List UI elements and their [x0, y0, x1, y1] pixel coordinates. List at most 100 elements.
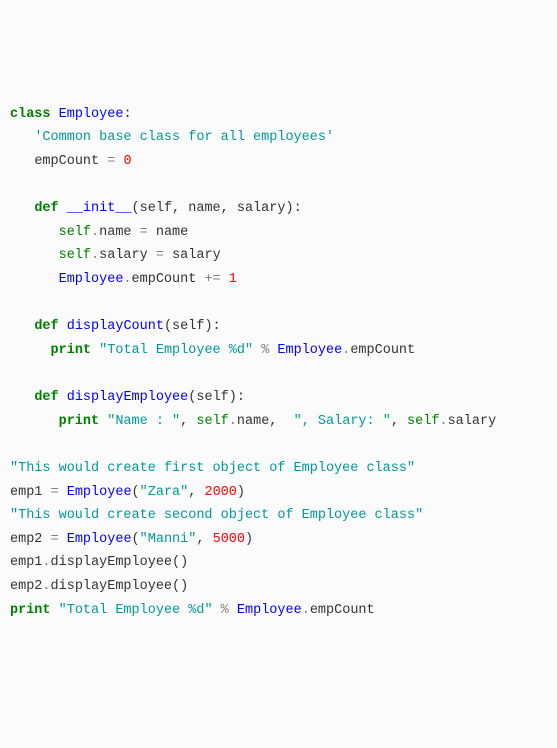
paren: ( [132, 485, 140, 500]
string: "Zara" [140, 485, 189, 500]
dot: . [439, 414, 447, 429]
dot: . [91, 225, 99, 240]
params: (self, name, salary): [132, 201, 302, 216]
line: print "Name : ", self.name, ", Salary: "… [10, 414, 496, 429]
class-ref: Employee [67, 485, 132, 500]
paren: ( [132, 532, 140, 547]
attr: salary [448, 414, 497, 429]
keyword-def: def [34, 319, 58, 334]
attr: empCount [132, 272, 197, 287]
class-ref: Employee [59, 272, 124, 287]
rhs: name [156, 225, 188, 240]
line: 'Common base class for all employees' [10, 130, 334, 145]
keyword-class: class [10, 107, 51, 122]
line: emp1.displayEmployee() [10, 555, 188, 570]
call: () [172, 555, 188, 570]
comma: , [196, 532, 204, 547]
rhs: salary [172, 248, 221, 263]
comma: , [180, 414, 188, 429]
string: "Total Employee %d" [59, 603, 213, 618]
paren: ) [237, 485, 245, 500]
identifier: empCount [34, 154, 99, 169]
function-name: __init__ [67, 201, 132, 216]
blank-line [10, 296, 18, 311]
keyword-print: print [59, 414, 100, 429]
attr: name [99, 225, 131, 240]
class-ref: Employee [67, 532, 132, 547]
number: 0 [123, 154, 131, 169]
line: emp2.displayEmployee() [10, 579, 188, 594]
docstring: 'Common base class for all employees' [34, 130, 334, 145]
blank-line [10, 177, 18, 192]
dot: . [91, 248, 99, 263]
class-name: Employee [59, 107, 124, 122]
call: () [172, 579, 188, 594]
self: self [196, 414, 228, 429]
comma: , [188, 485, 196, 500]
dot: . [302, 603, 310, 618]
number: 5000 [213, 532, 245, 547]
code-block: class Employee: 'Common base class for a… [10, 103, 547, 623]
string: "This would create second object of Empl… [10, 508, 423, 523]
keyword-print: print [10, 603, 51, 618]
line: self.name = name [10, 225, 188, 240]
attr: name [237, 414, 269, 429]
line: print "Total Employee %d" % Employee.emp… [10, 603, 375, 618]
operator: % [261, 343, 269, 358]
self: self [407, 414, 439, 429]
line: emp1 = Employee("Zara", 2000) [10, 485, 245, 500]
attr: empCount [310, 603, 375, 618]
line: print "Total Employee %d" % Employee.emp… [10, 343, 415, 358]
line: "This would create second object of Empl… [10, 508, 423, 523]
line: "This would create first object of Emplo… [10, 461, 415, 476]
dot: . [42, 579, 50, 594]
number: 1 [229, 272, 237, 287]
class-ref: Employee [277, 343, 342, 358]
function-name: displayCount [67, 319, 164, 334]
operator: = [51, 485, 59, 500]
identifier: emp1 [10, 555, 42, 570]
self: self [59, 248, 91, 263]
attr: salary [99, 248, 148, 263]
dot: . [123, 272, 131, 287]
params: (self): [164, 319, 221, 334]
keyword-def: def [34, 201, 58, 216]
operator: = [140, 225, 148, 240]
number: 2000 [204, 485, 236, 500]
string: ", Salary: " [294, 414, 391, 429]
line: def __init__(self, name, salary): [10, 201, 302, 216]
line: emp2 = Employee("Manni", 5000) [10, 532, 253, 547]
string: "Name : " [107, 414, 180, 429]
operator: % [221, 603, 229, 618]
paren: ) [245, 532, 253, 547]
line: self.salary = salary [10, 248, 221, 263]
operator: = [156, 248, 164, 263]
params: (self): [188, 390, 245, 405]
class-ref: Employee [237, 603, 302, 618]
line: empCount = 0 [10, 154, 132, 169]
string: "This would create first object of Emplo… [10, 461, 415, 476]
identifier: emp2 [10, 532, 42, 547]
comma: , [391, 414, 399, 429]
comma: , [269, 414, 277, 429]
blank-line [10, 366, 18, 381]
keyword-def: def [34, 390, 58, 405]
line: def displayEmployee(self): [10, 390, 245, 405]
colon: : [123, 107, 131, 122]
attr: empCount [350, 343, 415, 358]
line: def displayCount(self): [10, 319, 221, 334]
identifier: emp1 [10, 485, 42, 500]
function-name: displayEmployee [67, 390, 189, 405]
dot: . [42, 555, 50, 570]
operator: += [204, 272, 220, 287]
string: "Total Employee %d" [99, 343, 253, 358]
operator: = [107, 154, 115, 169]
identifier: emp2 [10, 579, 42, 594]
self: self [59, 225, 91, 240]
method: displayEmployee [51, 579, 173, 594]
dot: . [229, 414, 237, 429]
line: class Employee: [10, 107, 132, 122]
operator: = [51, 532, 59, 547]
string: "Manni" [140, 532, 197, 547]
method: displayEmployee [51, 555, 173, 570]
